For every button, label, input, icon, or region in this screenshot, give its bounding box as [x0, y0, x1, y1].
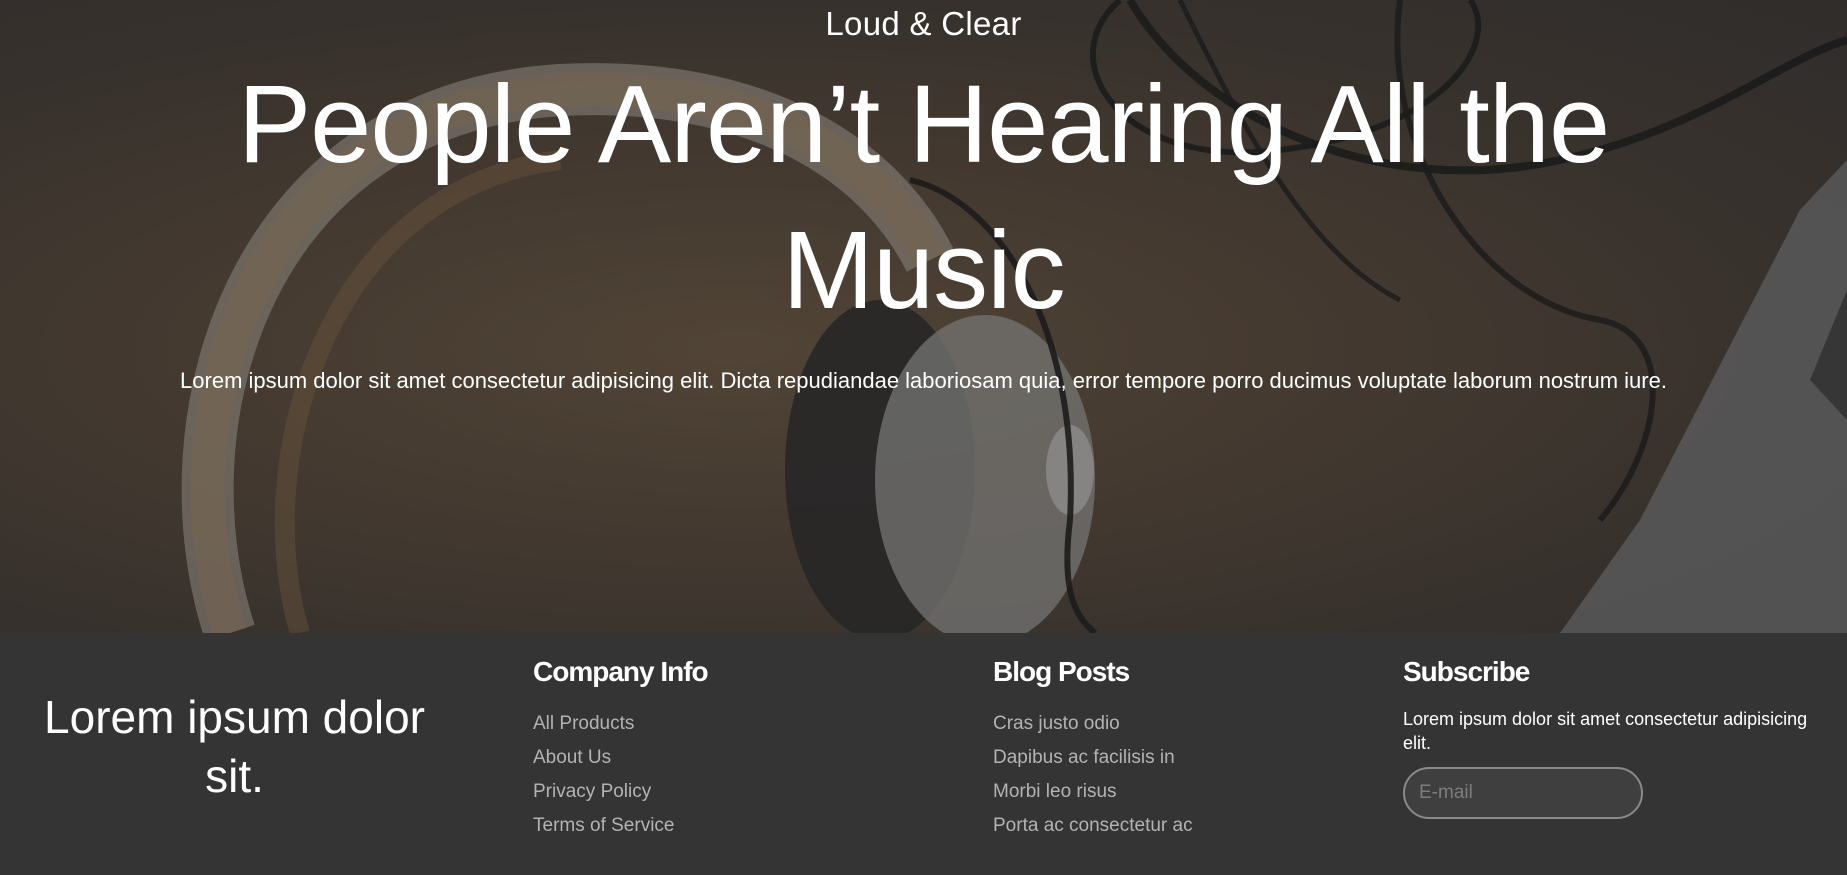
- footer-link-about-us[interactable]: About Us: [533, 741, 708, 775]
- footer-tagline: Lorem ipsum dolor sit.: [44, 691, 425, 802]
- company-links-list: All Products About Us Privacy Policy Ter…: [533, 707, 708, 843]
- hero-tagline: Loud & Clear: [825, 5, 1022, 42]
- company-info-column: Company Info All Products About Us Priva…: [533, 655, 709, 843]
- blog-links-list: Cras justo odio Dapibus ac facilisis in …: [993, 707, 1193, 843]
- blog-link-1[interactable]: Cras justo odio: [993, 707, 1193, 741]
- blog-posts-heading: Blog Posts: [993, 656, 1130, 687]
- subscribe-text: Lorem ipsum dolor sit amet consectetur a…: [1403, 709, 1808, 753]
- blog-posts-column: Blog Posts Cras justo odio Dapibus ac fa…: [993, 655, 1193, 843]
- footer-link-all-products[interactable]: All Products: [533, 707, 708, 741]
- blog-link-3[interactable]: Morbi leo risus: [993, 775, 1193, 809]
- blog-link-2[interactable]: Dapibus ac facilisis in: [993, 741, 1193, 775]
- subscribe-column: Subscribe Lorem ipsum dolor sit amet con…: [1403, 655, 1833, 819]
- blog-link-4[interactable]: Porta ac consectetur ac: [993, 809, 1193, 843]
- hero-lead-text: Lorem ipsum dolor sit amet consectetur a…: [180, 368, 1667, 393]
- site-footer: Lorem ipsum dolor sit. Company Info All …: [0, 633, 1847, 875]
- footer-link-terms-of-service[interactable]: Terms of Service: [533, 809, 708, 843]
- hero-content: Loud & Clear People Aren’t Hearing All t…: [0, 0, 1847, 396]
- hero-section: Loud & Clear People Aren’t Hearing All t…: [0, 0, 1847, 633]
- subscribe-heading: Subscribe: [1403, 656, 1530, 687]
- hero-headline: People Aren’t Hearing All the Music: [237, 63, 1610, 332]
- email-input[interactable]: [1403, 767, 1643, 819]
- footer-link-privacy-policy[interactable]: Privacy Policy: [533, 775, 708, 809]
- company-info-heading: Company Info: [533, 656, 709, 687]
